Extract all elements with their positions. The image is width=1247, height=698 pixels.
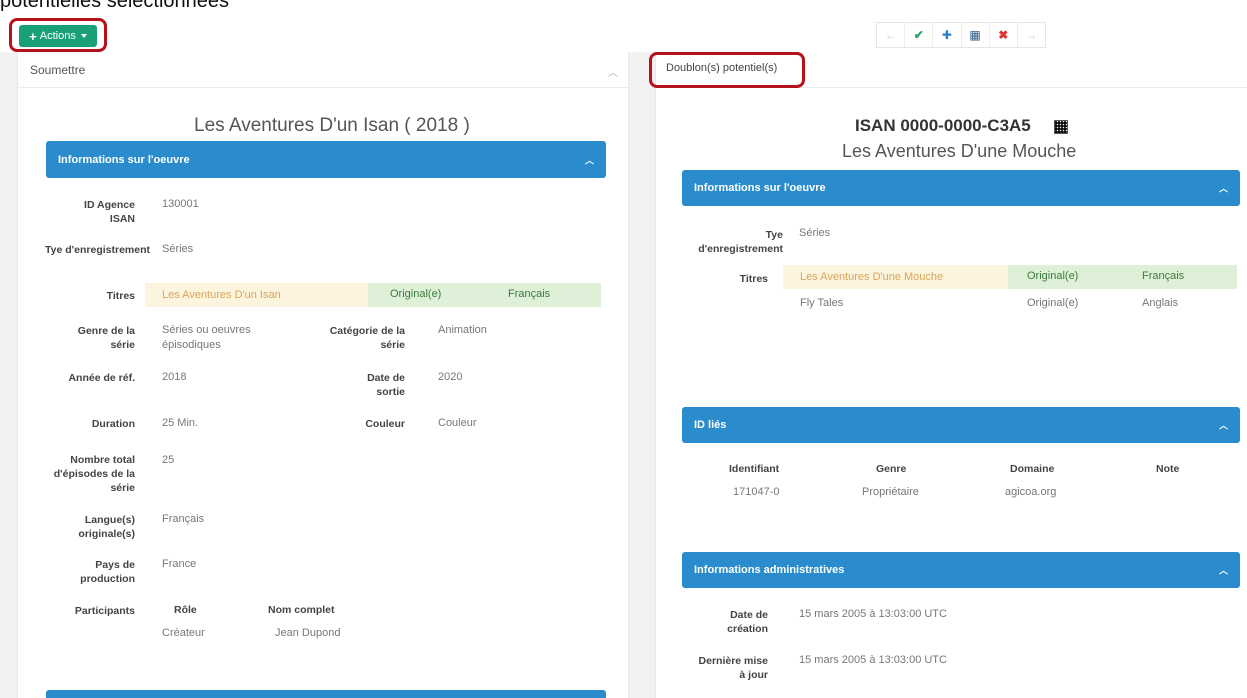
episodes-value: 25 [162,454,175,466]
color-value: Couleur [438,417,477,429]
page-background [0,52,17,698]
top-toolbar: + Actions ← ✔ ✚ ▦ ✖ → [0,12,1247,52]
creation-date-label: Date de création [727,609,768,635]
panel-header: Soumettre ︿ [18,52,628,88]
participants-label: Participants [74,605,135,617]
title-kind: Original(e) [390,288,442,300]
actions-label: Actions [39,30,76,42]
last-update-label: Dernière mise à jour [698,655,768,681]
role-column-header: Rôle [174,604,197,616]
barcode-icon [1054,120,1068,134]
tab-duplicates[interactable]: Doublon(s) potentiel(s) [666,62,777,74]
plus-icon[interactable]: ✚ [933,23,962,47]
country-label: Pays de production [80,559,135,585]
chevron-up-icon[interactable]: ︿ [608,64,618,79]
close-icon[interactable]: ✖ [990,23,1018,47]
section-header-admin-info[interactable]: Informations administratives ︿ [682,552,1240,588]
chevron-up-icon: ︿ [584,155,594,165]
linked-genre-value: Propriétaire [862,486,919,498]
participant-name: Jean Dupond [275,627,341,639]
title-value: Les Aventures D'un Isan [162,289,281,301]
episodes-label: Nombre total d'épisodes de la série [53,454,135,494]
navigation-toolbar: ← ✔ ✚ ▦ ✖ → [876,22,1046,48]
release-date-value: 2020 [438,371,463,383]
caret-down-icon [80,34,87,38]
linked-domain-value: agicoa.org [1005,486,1057,498]
language-value: Français [162,513,205,525]
section-title: Informations sur l'oeuvre [694,182,826,194]
column-header-note: Note [1156,463,1180,475]
work-title: Les Aventures D'un Isan ( 2018 ) [194,115,470,136]
titles-label: Titres [106,290,135,302]
duration-value: 25 Min. [162,417,199,429]
id-agence-value: 130001 [162,198,199,210]
type-label: Tye d'enregistrement [45,244,150,256]
section-title: ID liés [694,419,727,431]
language-label: Langue(s) originale(s) [78,514,135,540]
section-header-work-info[interactable]: Informations sur l'oeuvre ︿ [682,170,1240,206]
grid-icon[interactable]: ▦ [962,23,990,47]
year-label: Année de réf. [68,372,135,384]
section-title: Informations sur l'oeuvre [58,153,190,166]
section-header-linked-ids[interactable]: ID liés ︿ [682,407,1240,443]
panel-title: Soumettre [30,63,86,77]
fullname-column-header: Nom complet [268,604,335,616]
linked-id-value: 171047-0 [733,486,780,498]
title-language: Français [508,288,551,300]
section-title: Informations administratives [694,564,845,576]
duplicate-work-title: Les Aventures D'une Mouche [842,141,1077,161]
title-value: Les Aventures D'une Mouche [800,271,944,283]
genre-label: Genre de la série [77,325,135,351]
creation-date-value: 15 mars 2005 à 13:03:00 UTC [799,608,947,620]
country-value: France [162,558,197,570]
column-header-genre: Genre [876,463,907,475]
section-header-work-info[interactable]: Informations sur l'oeuvre ︿ [46,141,606,178]
category-label: Catégorie de la série [329,325,405,351]
release-date-label: Date de sortie [367,372,405,398]
column-header-domain: Domaine [1010,463,1055,475]
arrow-left-icon[interactable]: ← [877,23,906,47]
year-value: 2018 [162,371,187,383]
column-header-identifier: Identifiant [729,463,780,475]
type-value: Séries [162,243,194,255]
section-header-collapsed[interactable] [46,690,606,698]
type-label: Tye d'enregistrement [698,229,783,255]
titles-label: Titres [739,273,768,285]
title-value-2: Fly Tales [800,297,844,309]
chevron-up-icon: ︿ [1218,183,1228,194]
arrow-right-icon[interactable]: → [1018,23,1045,47]
check-icon[interactable]: ✔ [905,23,934,47]
chevron-up-icon: ︿ [1218,420,1228,431]
title-kind-2: Original(e) [1027,297,1079,309]
id-agence-label: ID Agence ISAN [84,199,135,225]
title-language: Français [1142,270,1185,282]
duration-label: Duration [91,418,135,430]
type-value: Séries [799,227,831,239]
plus-icon: + [29,28,37,44]
category-value: Animation [438,324,487,336]
page-background [629,52,655,698]
chevron-up-icon: ︿ [1218,565,1228,576]
isan-number: ISAN 0000-0000-C3A5 [855,116,1031,135]
participant-role: Créateur [162,627,205,639]
actions-dropdown-button[interactable]: + Actions [19,25,97,47]
title-kind: Original(e) [1027,270,1079,282]
color-label: Couleur [365,418,405,430]
title-language-2: Anglais [1142,297,1179,309]
last-update-value: 15 mars 2005 à 13:03:00 UTC [799,654,947,666]
genre-value: Séries ou oeuvres épisodiques [162,324,251,351]
